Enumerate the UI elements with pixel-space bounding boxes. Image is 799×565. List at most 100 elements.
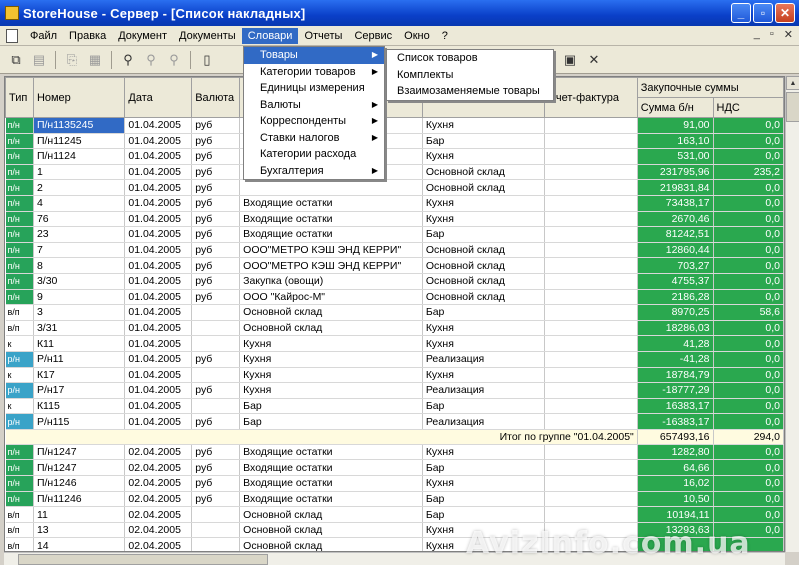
cell-vat[interactable]: 0,0 xyxy=(713,242,784,259)
cell-invoice[interactable] xyxy=(544,320,638,337)
vertical-scrollbar[interactable]: ▲ xyxy=(785,76,799,552)
header-type[interactable]: Тип xyxy=(5,77,34,118)
cell-to[interactable]: Кухня xyxy=(422,195,546,212)
cell-invoice[interactable] xyxy=(544,257,638,274)
cell-number[interactable]: 9 xyxy=(33,289,126,306)
cell-type[interactable]: п/н xyxy=(5,459,34,477)
cell-currency[interactable]: руб xyxy=(191,242,241,259)
cell-to[interactable]: Реализация xyxy=(422,413,546,430)
submenu-item-goods-list[interactable]: Список товаров xyxy=(387,50,553,67)
cell-sum[interactable]: 703,27 xyxy=(637,257,714,274)
cell-invoice[interactable] xyxy=(544,164,638,181)
cell-currency[interactable]: руб xyxy=(191,459,241,477)
cell-to[interactable]: Бар xyxy=(422,398,546,415)
cell-vat[interactable]: 0,0 xyxy=(713,335,784,352)
cell-number[interactable]: П/н1135245 xyxy=(33,117,126,134)
menu-document[interactable]: Документ xyxy=(112,28,173,44)
cell-type[interactable]: п/н xyxy=(5,226,34,243)
document-icon[interactable] xyxy=(6,28,18,43)
mdi-close-button[interactable]: ✕ xyxy=(784,28,793,41)
maximize-button[interactable]: ▫ xyxy=(753,3,773,23)
cell-vat[interactable]: 0,0 xyxy=(713,382,784,399)
cell-currency[interactable]: руб xyxy=(191,475,241,492)
header-number[interactable]: Номер xyxy=(32,77,126,118)
cell-type[interactable]: п/н xyxy=(5,117,34,134)
cell-invoice[interactable] xyxy=(544,133,638,150)
properties-icon[interactable]: ▣ xyxy=(560,50,580,70)
cell-from[interactable]: ООО"МЕТРО КЭШ ЭНД КЕРРИ" xyxy=(239,257,423,274)
cell-from[interactable]: Входящие остатки xyxy=(239,226,423,243)
cell-date[interactable]: 01.04.2005 xyxy=(124,164,193,181)
cell-from[interactable]: Входящие остатки xyxy=(239,491,423,508)
cell-vat[interactable]: 0,0 xyxy=(713,367,784,384)
cell-number[interactable]: П/н1247 xyxy=(33,444,126,461)
dictionaries-menu-item[interactable]: Категории расхода xyxy=(244,146,384,163)
cell-from[interactable]: Входящие остатки xyxy=(239,195,423,212)
cell-type[interactable]: в/п xyxy=(5,506,34,523)
cell-currency[interactable] xyxy=(191,320,241,337)
cell-vat[interactable]: 0,0 xyxy=(713,133,784,150)
table-row[interactable]: п/н П/н11246 02.04.2005 руб Входящие остатки… xyxy=(5,491,784,508)
cell-sum[interactable]: -18777,29 xyxy=(637,382,714,399)
cell-date[interactable]: 01.04.2005 xyxy=(124,242,193,259)
scroll-thumb[interactable] xyxy=(786,92,799,122)
menu-file[interactable]: Файл xyxy=(24,28,63,44)
cell-date[interactable]: 02.04.2005 xyxy=(124,491,193,508)
find-next-icon[interactable]: ⚲ xyxy=(141,50,161,70)
cell-to[interactable]: Бар xyxy=(422,226,546,243)
cell-vat[interactable]: 0,0 xyxy=(713,491,784,508)
cell-from[interactable]: Кухня xyxy=(239,382,423,399)
cell-to[interactable]: Основной склад xyxy=(422,164,546,181)
table-row[interactable]: п/н П/н1135245 01.04.2005 руб Кухня 91,00 0,0 xyxy=(5,117,784,134)
cell-invoice[interactable] xyxy=(544,382,638,399)
table-row[interactable]: р/н Р/н11 01.04.2005 руб Кухня Реализация -41,… xyxy=(5,351,784,368)
cell-from[interactable]: ООО"МЕТРО КЭШ ЭНД КЕРРИ" xyxy=(239,242,423,259)
cell-vat[interactable]: 0,0 xyxy=(713,179,784,196)
cell-to[interactable]: Кухня xyxy=(422,148,546,165)
cell-type[interactable]: п/н xyxy=(5,195,34,212)
scroll-up-button[interactable]: ▲ xyxy=(786,76,799,90)
cell-number[interactable]: К11 xyxy=(33,335,126,352)
cell-type[interactable]: п/н xyxy=(5,273,34,290)
cell-currency[interactable]: руб xyxy=(191,413,241,430)
cell-date[interactable]: 01.04.2005 xyxy=(124,289,193,306)
cell-currency[interactable]: руб xyxy=(191,382,241,399)
cell-vat[interactable]: 0,0 xyxy=(713,351,784,368)
paste-icon[interactable]: ▤ xyxy=(29,50,49,70)
header-currency[interactable]: Валюта xyxy=(191,77,241,118)
cell-sum[interactable]: 2186,28 xyxy=(637,289,714,306)
cell-invoice[interactable] xyxy=(544,211,638,228)
cell-type[interactable]: п/н xyxy=(5,164,34,181)
cell-to[interactable]: Бар xyxy=(422,133,546,150)
cell-sum[interactable]: 73438,17 xyxy=(637,195,714,212)
cell-invoice[interactable] xyxy=(544,242,638,259)
cell-invoice[interactable] xyxy=(544,117,638,134)
cell-number[interactable]: П/н1124 xyxy=(33,148,126,165)
cell-currency[interactable] xyxy=(191,398,241,415)
cell-type[interactable]: п/н xyxy=(5,444,34,461)
cell-type[interactable]: в/п xyxy=(5,320,34,337)
table-row[interactable]: п/н 3/30 01.04.2005 руб Закупка (овощи) Основ… xyxy=(5,273,784,290)
cell-date[interactable]: 02.04.2005 xyxy=(124,444,193,461)
cell-from[interactable]: Основной склад xyxy=(239,304,423,321)
cell-currency[interactable]: руб xyxy=(191,148,241,165)
cell-to[interactable]: Основной склад xyxy=(422,273,546,290)
find-icon[interactable]: ⚲ xyxy=(118,50,138,70)
table-row[interactable]: п/н 9 01.04.2005 руб ООО "Кайрос-М" Основной … xyxy=(5,289,784,306)
cell-number[interactable]: 23 xyxy=(33,226,126,243)
cell-type[interactable]: п/н xyxy=(5,242,34,259)
cell-sum[interactable]: -41,28 xyxy=(637,351,714,368)
cell-to[interactable]: Кухня xyxy=(422,475,546,492)
cell-to[interactable]: Бар xyxy=(422,459,546,477)
cell-sum[interactable]: 531,00 xyxy=(637,148,714,165)
cell-vat[interactable]: 235,2 xyxy=(713,164,784,181)
cell-type[interactable]: п/н xyxy=(5,133,34,150)
cell-sum[interactable]: 2670,46 xyxy=(637,211,714,228)
cell-sum[interactable]: 10194,11 xyxy=(637,506,714,523)
cell-invoice[interactable] xyxy=(544,398,638,415)
cell-from[interactable]: Бар xyxy=(239,413,423,430)
cell-vat[interactable]: 0,0 xyxy=(713,211,784,228)
cell-vat[interactable]: 0,0 xyxy=(713,506,784,523)
cell-sum[interactable]: 16383,17 xyxy=(637,398,714,415)
table-row[interactable]: п/н П/н11245 01.04.2005 руб Бар 163,10 0,0 xyxy=(5,133,784,150)
